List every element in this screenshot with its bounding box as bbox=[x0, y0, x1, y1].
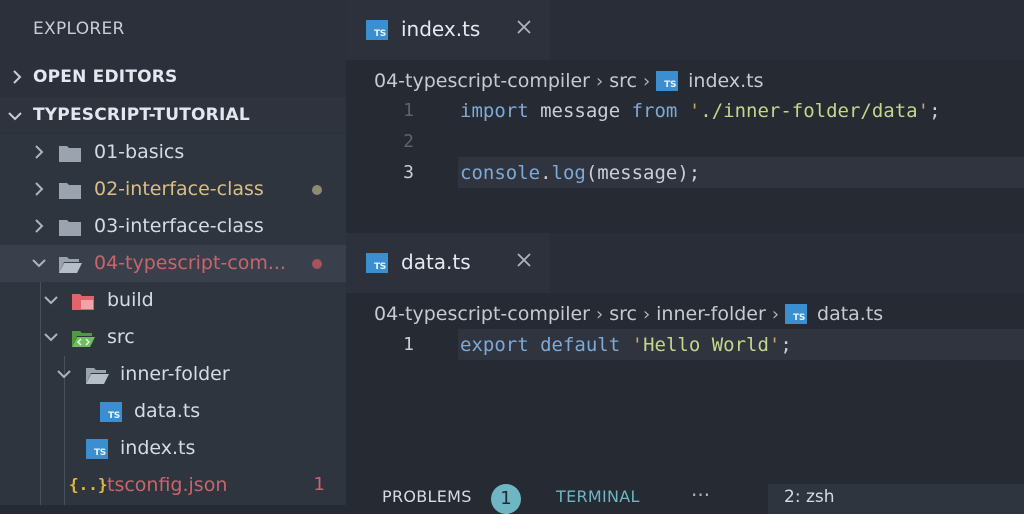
code-text: console.log(message); bbox=[460, 162, 701, 184]
folder-icon bbox=[59, 220, 81, 236]
breadcrumb: 04-typescript-compiler › src › TS index.… bbox=[374, 67, 764, 95]
chevron-right-icon bbox=[35, 145, 44, 159]
tree-file-index-ts[interactable]: TS index.ts bbox=[0, 430, 346, 467]
chevron-right-icon: › bbox=[595, 70, 604, 92]
code-line[interactable]: 1 import message from './inner-folder/da… bbox=[346, 95, 1024, 126]
typescript-file-icon: TS bbox=[366, 20, 388, 40]
breadcrumb-item[interactable]: 04-typescript-compiler bbox=[374, 303, 590, 325]
tab-index-ts[interactable]: TS index.ts bbox=[346, 0, 550, 60]
terminal-select-value: 2: zsh bbox=[784, 487, 835, 507]
json-file-icon: {..} bbox=[69, 475, 108, 494]
line-number: 1 bbox=[403, 334, 414, 355]
typescript-file-icon: TS bbox=[100, 402, 122, 422]
chevron-right-icon bbox=[13, 70, 22, 84]
line-number: 1 bbox=[403, 100, 414, 121]
tree-folder-inner-folder[interactable]: inner-folder bbox=[0, 356, 346, 393]
close-icon[interactable] bbox=[514, 17, 534, 37]
chevron-right-icon bbox=[35, 182, 44, 196]
typescript-file-icon: TS bbox=[86, 439, 108, 459]
tab-label: data.ts bbox=[401, 250, 471, 274]
code-line-active[interactable]: 3 console.log(message); bbox=[346, 157, 1024, 188]
tab-terminal[interactable]: TERMINAL bbox=[556, 487, 640, 506]
breadcrumb-item[interactable]: src bbox=[609, 303, 637, 325]
typescript-file-icon: TS bbox=[366, 253, 388, 273]
chevron-right-icon: › bbox=[771, 303, 780, 325]
chevron-down-icon bbox=[57, 370, 71, 379]
tree-file-data-ts[interactable]: TS data.ts bbox=[0, 393, 346, 430]
code-line-active[interactable]: 1 export default 'Hello World'; bbox=[346, 329, 1024, 360]
tree-folder-04-typescript-compiler[interactable]: 04-typescript-com... bbox=[0, 245, 346, 282]
problem-count: 1 bbox=[313, 474, 325, 495]
breadcrumb-item[interactable]: src bbox=[609, 70, 637, 92]
editor-group-1: TS index.ts 04-typescript-compiler › src… bbox=[346, 0, 1024, 233]
problems-count-badge: 1 bbox=[491, 484, 521, 514]
tree-item-label: 01-basics bbox=[94, 141, 185, 163]
folder-icon bbox=[59, 183, 81, 199]
tab-label: index.ts bbox=[401, 17, 481, 41]
chevron-right-icon: › bbox=[642, 303, 651, 325]
chevron-right-icon: › bbox=[642, 70, 651, 92]
typescript-file-icon: TS bbox=[656, 71, 679, 91]
line-number: 2 bbox=[403, 131, 414, 152]
folder-open-icon bbox=[86, 368, 109, 384]
tree-item-label: src bbox=[107, 326, 135, 348]
chevron-right-icon bbox=[44, 296, 58, 305]
breadcrumb-item[interactable]: data.ts bbox=[817, 303, 883, 325]
chevron-down-icon bbox=[32, 259, 46, 268]
explorer-title: EXPLORER bbox=[33, 19, 125, 39]
tab-bar: TS data.ts bbox=[346, 233, 1024, 293]
bottom-panel: PROBLEMS 1 TERMINAL ··· 2: zsh bbox=[346, 467, 1024, 514]
tab-problems[interactable]: PROBLEMS bbox=[382, 487, 472, 506]
folder-open-icon bbox=[59, 257, 82, 273]
src-folder-icon bbox=[72, 331, 95, 347]
breadcrumb-item[interactable]: 04-typescript-compiler bbox=[374, 70, 590, 92]
tree-item-label: 03-interface-class bbox=[94, 215, 264, 237]
tree-folder-02-interface-class[interactable]: 02-interface-class bbox=[0, 171, 346, 208]
terminal-select[interactable]: 2: zsh bbox=[768, 484, 1024, 514]
chevron-right-icon: › bbox=[595, 303, 604, 325]
code-text: export default 'Hello World'; bbox=[460, 334, 792, 356]
modified-indicator bbox=[312, 185, 322, 195]
tree-folder-03-interface-class[interactable]: 03-interface-class bbox=[0, 208, 346, 245]
tree-file-tsconfig-json[interactable]: {..} tsconfig.json 1 bbox=[0, 467, 346, 504]
tree-item-label: 04-typescript-com... bbox=[94, 252, 286, 274]
tree-item-label: inner-folder bbox=[120, 363, 230, 385]
breadcrumb: 04-typescript-compiler › src › inner-fol… bbox=[374, 300, 883, 328]
breadcrumb-item[interactable]: index.ts bbox=[688, 70, 763, 92]
close-icon[interactable] bbox=[514, 250, 534, 270]
typescript-file-icon: TS bbox=[785, 304, 808, 324]
tab-bar: TS index.ts bbox=[346, 0, 1024, 60]
file-tree: 01-basics 02-interface-class 03-interfac… bbox=[0, 134, 346, 505]
tab-data-ts[interactable]: TS data.ts bbox=[346, 233, 550, 293]
chevron-down-icon bbox=[44, 333, 58, 342]
tree-item-label: index.ts bbox=[120, 437, 196, 459]
tree-item-label: build bbox=[107, 289, 154, 311]
explorer-sidebar: EXPLORER OPEN EDITORS TYPESCRIPT-TUTORIA… bbox=[0, 0, 346, 505]
chevron-right-icon bbox=[35, 219, 44, 233]
tree-folder-src[interactable]: src bbox=[0, 319, 346, 356]
build-folder-icon bbox=[72, 294, 94, 310]
tree-item-label: data.ts bbox=[134, 400, 201, 422]
project-label: TYPESCRIPT-TUTORIAL bbox=[33, 105, 250, 125]
project-section[interactable]: TYPESCRIPT-TUTORIAL bbox=[0, 97, 346, 133]
folder-icon bbox=[59, 146, 81, 162]
tree-folder-01-basics[interactable]: 01-basics bbox=[0, 134, 346, 171]
code-line[interactable]: 2 bbox=[346, 126, 1024, 157]
open-editors-section[interactable]: OPEN EDITORS bbox=[0, 59, 346, 95]
line-number: 3 bbox=[403, 162, 414, 183]
chevron-down-icon bbox=[8, 112, 22, 121]
error-indicator bbox=[312, 259, 322, 269]
editor-group-2: TS data.ts 04-typescript-compiler › src … bbox=[346, 233, 1024, 467]
open-editors-label: OPEN EDITORS bbox=[33, 67, 178, 87]
tree-item-label: 02-interface-class bbox=[94, 178, 264, 200]
tree-folder-build[interactable]: build bbox=[0, 282, 346, 319]
code-text: import message from './inner-folder/data… bbox=[460, 100, 941, 122]
breadcrumb-item[interactable]: inner-folder bbox=[656, 303, 766, 325]
more-actions-icon[interactable]: ··· bbox=[691, 483, 710, 507]
tree-item-label: tsconfig.json bbox=[107, 474, 228, 496]
